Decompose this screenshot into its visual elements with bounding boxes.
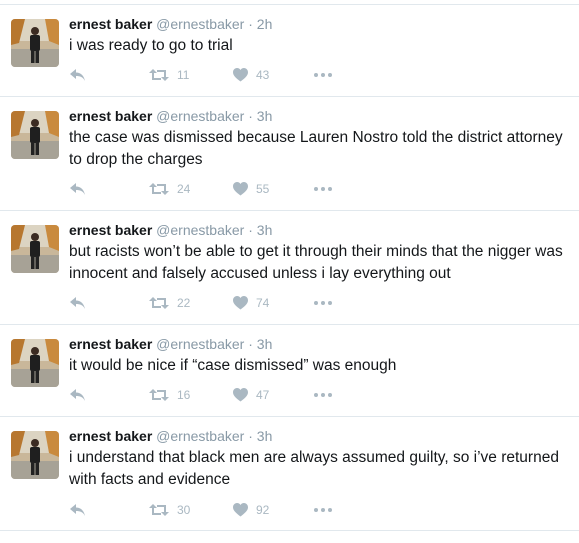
heart-icon	[233, 503, 248, 517]
avatar[interactable]	[11, 19, 59, 67]
author-handle[interactable]: @ernestbaker	[156, 336, 244, 352]
author-handle[interactable]: @ernestbaker	[156, 222, 244, 238]
timestamp[interactable]: 3h	[257, 222, 273, 238]
reply-icon	[70, 389, 85, 401]
retweet-button[interactable]: 30	[149, 500, 190, 520]
tweet[interactable]: ernest baker @ernestbaker · 3h but racis…	[0, 211, 579, 324]
reply-button[interactable]	[69, 385, 87, 405]
separator: ·	[248, 108, 253, 124]
timestamp[interactable]: 3h	[257, 428, 273, 444]
timestamp[interactable]: 3h	[257, 108, 273, 124]
tweet[interactable]: ernest baker @ernestbaker · 2h i was rea…	[0, 5, 579, 96]
retweet-icon	[149, 297, 169, 309]
heart-icon	[233, 296, 248, 310]
more-icon	[314, 73, 332, 77]
more-icon	[314, 301, 332, 305]
more-button[interactable]	[314, 293, 332, 313]
retweet-count: 16	[177, 388, 191, 402]
tweet-text: the case was dismissed because Lauren No…	[69, 129, 563, 168]
retweet-icon	[149, 183, 169, 195]
retweet-icon	[149, 389, 169, 401]
tweet-text: but racists won’t be able to get it thro…	[69, 243, 563, 282]
like-button[interactable]: 74	[233, 293, 269, 313]
more-icon	[314, 187, 332, 191]
tweet[interactable]: ernest baker @ernestbaker · 3h it would …	[0, 325, 579, 416]
author-name[interactable]: ernest baker	[69, 428, 152, 444]
tweet-text: i was ready to go to trial	[69, 37, 233, 54]
author-handle[interactable]: @ernestbaker	[156, 428, 244, 444]
reply-icon	[70, 297, 85, 309]
tweet[interactable]: ernest baker @ernestbaker · 3h i underst…	[0, 417, 579, 530]
reply-button[interactable]	[69, 500, 87, 520]
tweet[interactable]: ernest baker @ernestbaker · 3h the case …	[0, 97, 579, 210]
reply-icon	[70, 183, 85, 195]
like-count: 55	[256, 182, 270, 196]
retweet-button[interactable]: 24	[149, 179, 190, 199]
tweet-text: i understand that black men are always a…	[69, 449, 559, 488]
like-count: 74	[256, 296, 270, 310]
heart-icon	[233, 182, 248, 196]
more-button[interactable]	[314, 65, 332, 85]
like-count: 43	[256, 68, 270, 82]
separator: ·	[248, 16, 253, 32]
retweet-button[interactable]: 16	[149, 385, 190, 405]
retweet-icon	[149, 504, 169, 516]
reply-icon	[70, 69, 85, 81]
reply-button[interactable]	[69, 179, 87, 199]
tweet-text: it would be nice if “case dismissed” was…	[69, 357, 397, 374]
like-button[interactable]: 55	[233, 179, 269, 199]
author-name[interactable]: ernest baker	[69, 222, 152, 238]
author-name[interactable]: ernest baker	[69, 336, 152, 352]
retweet-button[interactable]: 11	[149, 65, 189, 85]
retweet-button[interactable]: 22	[149, 293, 190, 313]
reply-button[interactable]	[69, 293, 87, 313]
more-icon	[314, 508, 332, 512]
divider	[0, 530, 579, 531]
timestamp[interactable]: 2h	[257, 16, 273, 32]
separator: ·	[248, 428, 253, 444]
tweet-actions: 24 55	[69, 179, 369, 199]
more-icon	[314, 393, 332, 397]
more-button[interactable]	[314, 500, 332, 520]
separator: ·	[248, 336, 253, 352]
retweet-count: 22	[177, 296, 191, 310]
reply-button[interactable]	[69, 65, 87, 85]
retweet-count: 11	[177, 68, 190, 82]
author-handle[interactable]: @ernestbaker	[156, 16, 244, 32]
reply-icon	[70, 504, 85, 516]
like-button[interactable]: 92	[233, 500, 269, 520]
timestamp[interactable]: 3h	[257, 336, 273, 352]
retweet-icon	[149, 69, 169, 81]
like-count: 92	[256, 503, 270, 517]
tweet-actions: 30 92	[69, 500, 369, 520]
avatar[interactable]	[11, 225, 59, 273]
retweet-count: 30	[177, 503, 191, 517]
tweet-actions: 16 47	[69, 385, 369, 405]
tweet-actions: 22 74	[69, 293, 369, 313]
heart-icon	[233, 68, 248, 82]
author-handle[interactable]: @ernestbaker	[156, 108, 244, 124]
heart-icon	[233, 388, 248, 402]
avatar[interactable]	[11, 339, 59, 387]
like-count: 47	[256, 388, 270, 402]
more-button[interactable]	[314, 385, 332, 405]
avatar[interactable]	[11, 431, 59, 479]
author-name[interactable]: ernest baker	[69, 108, 152, 124]
more-button[interactable]	[314, 179, 332, 199]
avatar[interactable]	[11, 111, 59, 159]
like-button[interactable]: 43	[233, 65, 269, 85]
author-name[interactable]: ernest baker	[69, 16, 152, 32]
tweet-actions: 11 43	[69, 65, 369, 85]
separator: ·	[248, 222, 253, 238]
retweet-count: 24	[177, 182, 191, 196]
tweet-feed: ernest baker @ernestbaker · 2h i was rea…	[0, 0, 579, 543]
like-button[interactable]: 47	[233, 385, 269, 405]
